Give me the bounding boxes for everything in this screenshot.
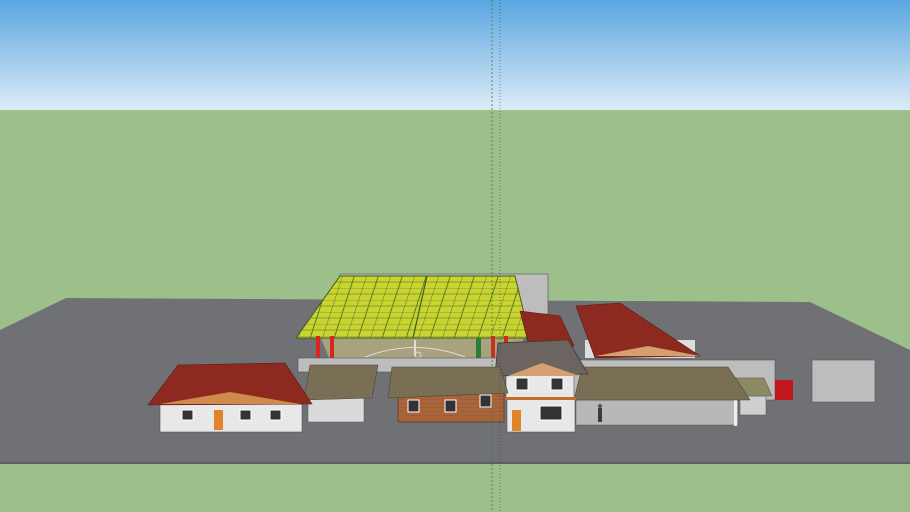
left-house-window bbox=[269, 409, 282, 421]
left-house-window bbox=[239, 409, 252, 421]
brick-house-roof[interactable] bbox=[387, 366, 509, 399]
slab-front-edge bbox=[0, 462, 910, 464]
person-head bbox=[598, 404, 602, 408]
two-storey-floor-band bbox=[505, 397, 576, 400]
two-storey-door[interactable] bbox=[512, 410, 521, 431]
two-storey-window bbox=[539, 405, 563, 421]
sketchup-3d-viewport[interactable] bbox=[0, 0, 910, 512]
canopy-column bbox=[316, 336, 320, 358]
canopy-column bbox=[491, 336, 495, 358]
canopy-green-panel bbox=[476, 338, 481, 358]
brick-house-window bbox=[407, 399, 420, 413]
sky bbox=[0, 0, 910, 110]
brick-house-window bbox=[479, 394, 492, 408]
two-storey-window bbox=[550, 377, 564, 391]
person-figure bbox=[598, 408, 602, 422]
left-house-window bbox=[181, 409, 194, 421]
long-shed-post bbox=[734, 400, 737, 426]
carport-roof[interactable] bbox=[303, 364, 379, 401]
far-right-wall[interactable] bbox=[811, 359, 876, 403]
carport-back-wall bbox=[307, 397, 365, 423]
court-post bbox=[414, 340, 416, 356]
red-gate[interactable] bbox=[775, 380, 793, 400]
long-shed-roof[interactable] bbox=[573, 366, 751, 401]
left-house-door[interactable] bbox=[214, 410, 223, 430]
canopy-column bbox=[330, 336, 334, 358]
brick-house-window bbox=[444, 399, 457, 413]
two-storey-window bbox=[515, 377, 529, 391]
